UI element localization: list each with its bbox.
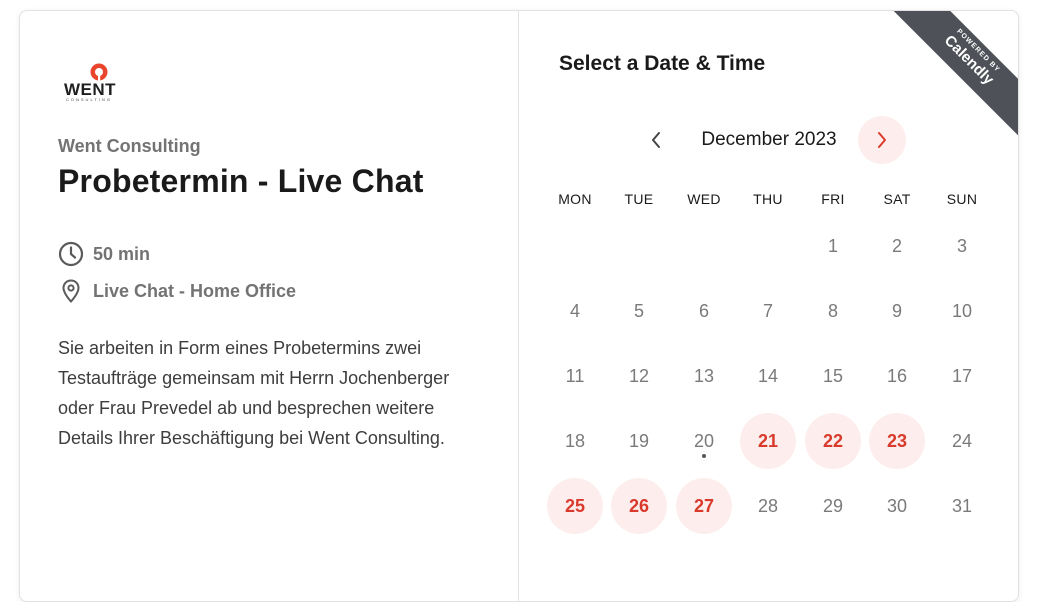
day-26-available[interactable]: 26 <box>611 478 667 534</box>
day-8: 8 <box>827 300 838 321</box>
day-3: 3 <box>956 235 967 256</box>
day-1: 1 <box>827 235 838 256</box>
day-22-available[interactable]: 22 <box>805 413 861 469</box>
logo-subtext: CONSULTING <box>66 97 112 102</box>
event-details-panel: WENT CONSULTING Went Consulting Probeter… <box>20 11 519 601</box>
day-24: 24 <box>951 430 973 451</box>
event-title: Probetermin - Live Chat <box>58 163 424 199</box>
day-11: 11 <box>565 365 585 386</box>
day-31: 31 <box>951 495 973 516</box>
day-2: 2 <box>891 235 902 256</box>
organizer-name: Went Consulting <box>58 136 201 156</box>
day-7: 7 <box>762 300 773 321</box>
day-6: 6 <box>698 300 709 321</box>
day-9: 9 <box>891 300 902 321</box>
day-20: 20 <box>676 413 732 469</box>
day-17: 17 <box>951 365 973 386</box>
duration-row: 50 min <box>58 241 150 267</box>
booking-card: WENT CONSULTING Went Consulting Probeter… <box>19 10 1019 602</box>
calendly-badge[interactable]: POWERED BY Calendly <box>892 11 1018 137</box>
day-21-available[interactable]: 21 <box>740 413 796 469</box>
today-indicator <box>702 454 706 458</box>
company-logo: WENT CONSULTING <box>62 63 136 103</box>
day-25-available[interactable]: 25 <box>547 478 603 534</box>
date-picker-panel: Select a Date & Time December 2023 MON TU… <box>519 11 1018 601</box>
day-27-available[interactable]: 27 <box>676 478 732 534</box>
day-29: 29 <box>822 495 844 516</box>
clock-icon <box>58 241 84 267</box>
day-23-available[interactable]: 23 <box>869 413 925 469</box>
location-text: Live Chat - Home Office <box>93 280 297 301</box>
day-5: 5 <box>633 300 644 321</box>
powered-by-ribbon[interactable]: POWERED BY Calendly <box>888 11 1018 141</box>
day-30: 30 <box>886 495 908 516</box>
day-13: 13 <box>693 365 715 386</box>
day-19: 19 <box>628 430 650 451</box>
day-14: 14 <box>757 365 779 386</box>
day-15: 15 <box>822 365 844 386</box>
day-16: 16 <box>886 365 908 386</box>
day-10: 10 <box>951 300 973 321</box>
day-28: 28 <box>757 495 779 516</box>
location-row: Live Chat - Home Office <box>58 278 296 304</box>
event-description: Sie arbeiten in Form eines Probetermins … <box>58 338 450 448</box>
location-pin-icon <box>58 278 84 304</box>
logo-mark-icon <box>90 63 108 81</box>
duration-text: 50 min <box>93 243 151 264</box>
day-4: 4 <box>569 300 580 321</box>
day-12: 12 <box>628 365 650 386</box>
day-18: 18 <box>564 430 586 451</box>
